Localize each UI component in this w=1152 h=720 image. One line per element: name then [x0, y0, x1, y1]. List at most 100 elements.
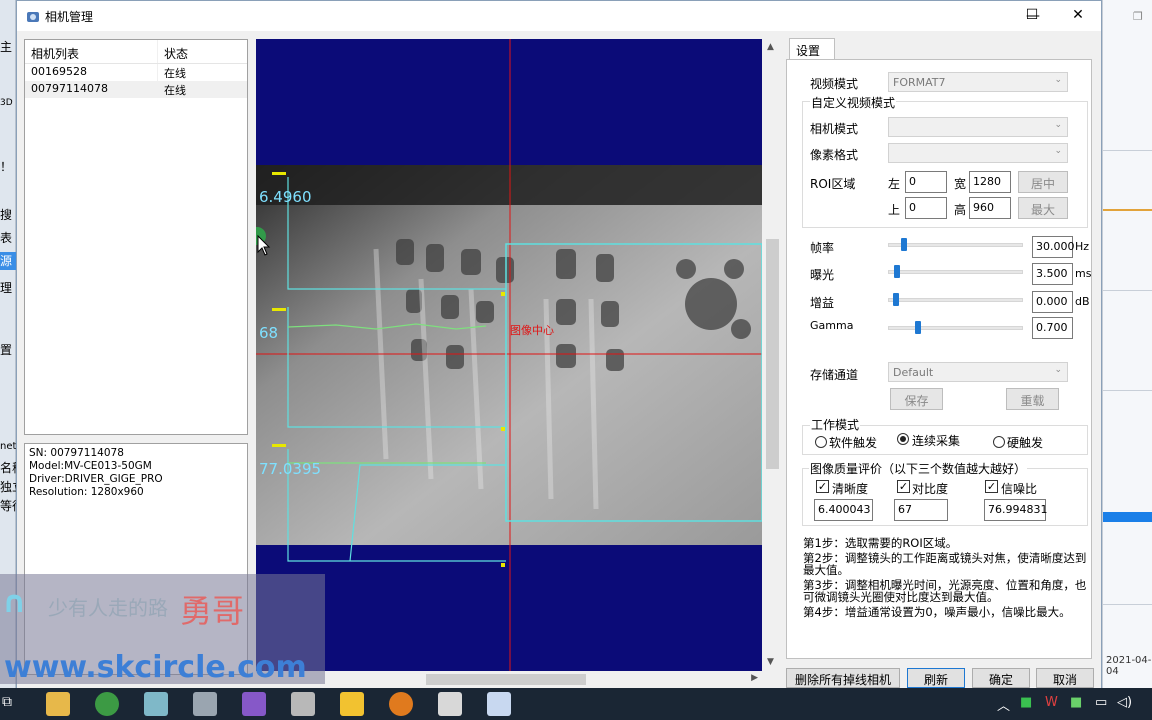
column-header-status[interactable]: 状态 — [158, 40, 247, 63]
camera-image — [256, 39, 762, 671]
max-button[interactable]: 最大 — [1018, 197, 1068, 219]
tray-app-icon[interactable]: ■ — [1020, 695, 1032, 710]
maximize-button[interactable]: ☐ — [1009, 0, 1055, 30]
slider-thumb[interactable] — [893, 293, 899, 306]
scroll-thumb[interactable] — [766, 239, 779, 469]
app-icon[interactable] — [291, 692, 315, 716]
hardware-trigger-label[interactable]: 硬触发 — [1007, 434, 1043, 451]
background-right-panel: ❐ 2021-04-04 — [1102, 0, 1152, 690]
bg-item: 等待 — [0, 499, 16, 513]
storage-channel-select[interactable]: Default ⌄ — [888, 362, 1068, 382]
camera-list: 相机列表 状态 00169528 在线 00797114078 在线 — [24, 39, 248, 435]
volume-icon[interactable]: ◁) — [1117, 695, 1132, 710]
roi-width-input[interactable]: 1280 — [969, 171, 1011, 193]
bg-item-selected: 源 — [0, 252, 16, 270]
app-icon[interactable] — [487, 692, 511, 716]
frame-rate-input[interactable]: 30.000 — [1032, 236, 1075, 258]
gain-input[interactable]: 0.000 — [1032, 291, 1073, 313]
info-model: Model:MV-CE013-50GM — [29, 460, 152, 472]
wps-icon[interactable]: W — [1045, 695, 1058, 710]
camera-row-selected[interactable]: 00797114078 在线 — [25, 81, 247, 98]
video-preview[interactable]: 6.4960 68 77.0395 图像中心 — [256, 39, 762, 671]
visual-studio-icon[interactable] — [242, 692, 266, 716]
video-vertical-scrollbar[interactable]: ▲ ▼ — [764, 39, 781, 671]
watermark-logo-icon: ∩ — [2, 585, 27, 620]
contrast-checkbox[interactable]: ✓ — [897, 480, 910, 493]
bg-item: 名称 — [0, 461, 16, 475]
app-icon[interactable] — [340, 692, 364, 716]
slider-thumb[interactable] — [894, 265, 901, 278]
reload-button[interactable]: 重载 — [1006, 388, 1059, 410]
scroll-down-icon[interactable]: ▼ — [767, 657, 774, 667]
gamma-slider[interactable] — [888, 321, 1023, 334]
center-button[interactable]: 居中 — [1018, 171, 1068, 193]
roi-height-input[interactable]: 960 — [969, 197, 1011, 219]
custom-mode-label: 自定义视频模式 — [810, 94, 897, 111]
network-icon[interactable]: ▭ — [1095, 695, 1107, 710]
watermark-url: www.skcircle.com — [4, 650, 307, 685]
exposure-slider[interactable] — [888, 265, 1023, 278]
step-2: 第2步：调整镜头的工作距离或镜头对焦，使清晰度达到最大值。 — [803, 550, 1087, 577]
video-horizontal-scrollbar[interactable]: ▶ — [256, 671, 762, 688]
roi-left-input[interactable]: 0 — [905, 171, 947, 193]
task-view-icon[interactable]: ⧉ — [2, 692, 26, 716]
software-trigger-label[interactable]: 软件触发 — [829, 434, 877, 451]
radio-continuous[interactable] — [897, 433, 909, 445]
radio-hardware-trigger[interactable] — [993, 436, 1005, 448]
save-button[interactable]: 保存 — [890, 388, 943, 410]
settings-tab-strip: 设置 — [786, 38, 1096, 60]
bg-item: 理 — [0, 281, 13, 295]
scroll-right-icon[interactable]: ▶ — [751, 673, 758, 683]
chevron-up-icon[interactable]: ︿ — [997, 695, 1010, 714]
window-title: 相机管理 — [45, 10, 94, 24]
cancel-button[interactable]: 取消 — [1036, 668, 1094, 688]
calculator-icon[interactable] — [438, 692, 462, 716]
restore-icon: ❐ — [1133, 10, 1143, 23]
ok-button[interactable]: 确定 — [972, 668, 1030, 688]
chevron-down-icon: ⌄ — [1054, 75, 1062, 85]
tray-app-icon[interactable]: ■ — [1070, 695, 1082, 710]
bg-selection-bar — [1103, 512, 1152, 522]
gain-label: 增益 — [810, 296, 835, 310]
roi-top-input[interactable]: 0 — [905, 197, 947, 219]
scroll-up-icon[interactable]: ▲ — [767, 42, 774, 52]
continuous-label[interactable]: 连续采集 — [912, 432, 960, 449]
app-icon[interactable] — [144, 692, 168, 716]
bg-item: 搜 — [0, 208, 13, 222]
camera-row[interactable]: 00169528 在线 — [25, 64, 247, 81]
close-button[interactable]: ✕ — [1055, 0, 1101, 30]
bg-item: 3D — [0, 98, 13, 108]
roi-left-label: 左 — [888, 177, 901, 191]
refresh-button[interactable]: 刷新 — [907, 668, 965, 688]
remove-offline-cameras-button[interactable]: 删除所有掉线相机 — [786, 668, 900, 688]
snr-readout: 77.0395 — [259, 460, 322, 478]
sharpness-checkbox[interactable]: ✓ — [816, 480, 829, 493]
chrome-icon[interactable] — [95, 692, 119, 716]
column-header-camera[interactable]: 相机列表 — [25, 40, 158, 63]
pixel-format-select[interactable]: ⌄ — [888, 143, 1068, 163]
exposure-input[interactable]: 3.500 — [1032, 263, 1073, 285]
scroll-thumb[interactable] — [426, 674, 586, 685]
taskbar: ⧉ ︿ ■ W ■ ▭ ◁) — [0, 688, 1152, 720]
search-app-icon[interactable] — [389, 692, 413, 716]
radio-software-trigger[interactable] — [815, 436, 827, 448]
gamma-input[interactable]: 0.700 — [1032, 317, 1073, 339]
bg-item: 置 — [0, 343, 13, 357]
video-mode-select[interactable]: FORMAT7 ⌄ — [888, 72, 1068, 92]
slider-thumb[interactable] — [914, 321, 921, 334]
work-mode-label: 工作模式 — [810, 416, 861, 433]
app-icon[interactable] — [193, 692, 217, 716]
file-explorer-icon[interactable] — [46, 692, 70, 716]
roi-width-label: 宽 — [954, 177, 967, 191]
frame-rate-slider[interactable] — [888, 238, 1023, 251]
snr-checkbox[interactable]: ✓ — [985, 480, 998, 493]
info-driver: Driver:DRIVER_GIGE_PRO — [29, 473, 163, 485]
gain-slider[interactable] — [888, 293, 1023, 306]
title-bar[interactable]: 相机管理 — — [17, 1, 1101, 31]
tab-settings[interactable]: 设置 — [789, 38, 835, 60]
slider-thumb[interactable] — [900, 238, 907, 251]
info-sn: SN: 00797114078 — [29, 447, 124, 459]
watermark-author: 勇哥 — [180, 592, 245, 630]
roi-height-label: 高 — [954, 203, 967, 217]
camera-mode-select[interactable]: ⌄ — [888, 117, 1068, 137]
